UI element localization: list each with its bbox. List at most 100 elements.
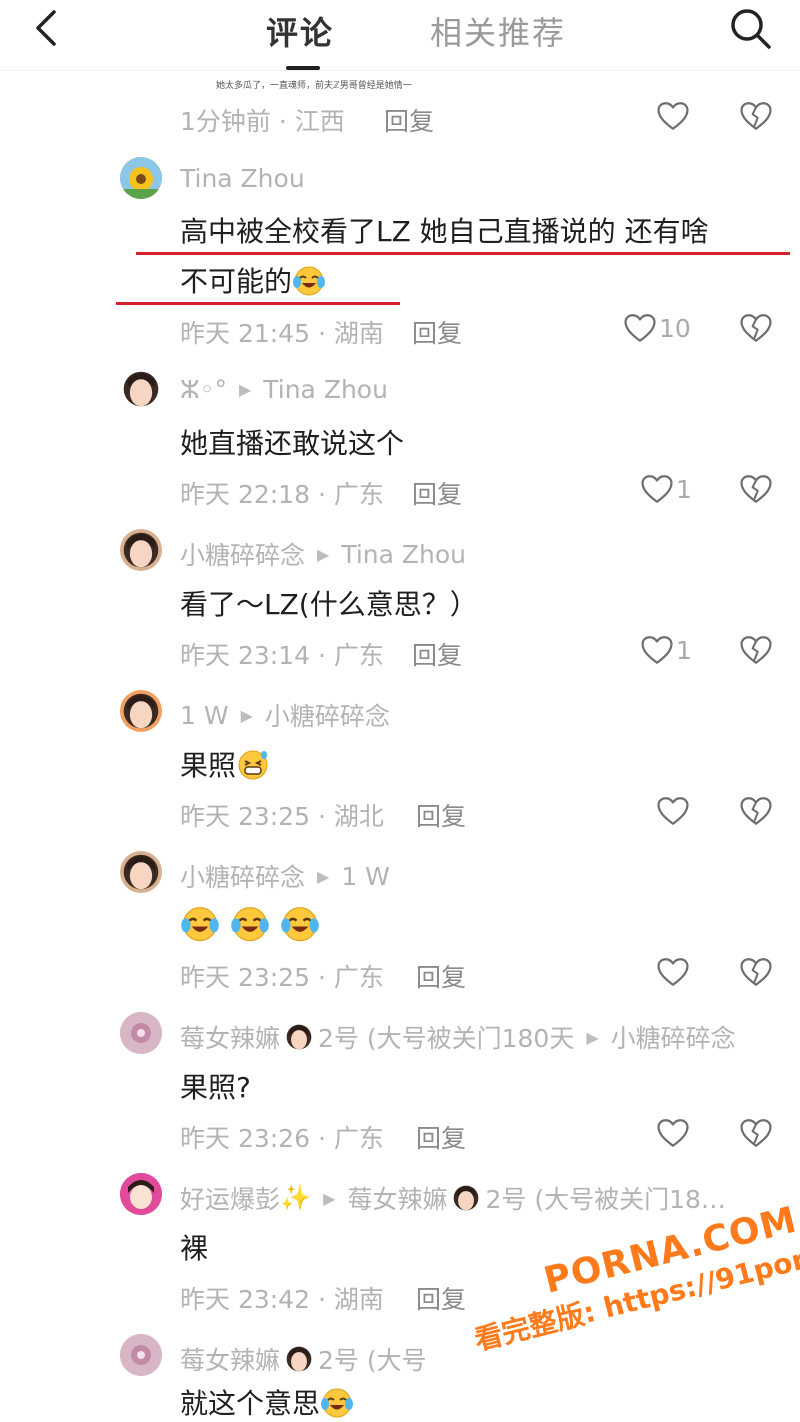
comment-text: 高中被全校看了LZ 她自己直播说的 还有啥	[180, 215, 709, 248]
comment-text: 就这个意思	[180, 1382, 354, 1422]
dislike-button[interactable]	[739, 473, 773, 509]
tab-comments[interactable]: 评论	[266, 8, 334, 54]
avatar[interactable]	[120, 529, 162, 571]
dislike-button[interactable]	[739, 1117, 773, 1153]
like-button[interactable]	[656, 1117, 690, 1149]
pink-flower-avatar-icon	[120, 1334, 162, 1376]
heart-icon	[656, 956, 690, 988]
top-bar: 评论 相关推荐 她太多瓜了，一直魂师，前夫ℤ男哥曾经是她情一	[0, 0, 800, 91]
pink-flower-avatar-icon	[120, 1012, 162, 1054]
username[interactable]: 好运爆彭 ✨ ▶ 莓女辣嫲 2号 (大号被关门18…	[180, 1180, 726, 1216]
avatar[interactable]	[120, 1173, 162, 1215]
broken-heart-icon	[739, 1117, 773, 1149]
like-count: 1	[676, 635, 692, 665]
girl-hat-avatar-icon	[120, 529, 162, 571]
username[interactable]: 1 W ▶ 小糖碎碎念	[180, 697, 390, 733]
red-underline-annotation	[116, 302, 400, 305]
like-button[interactable]	[656, 956, 690, 988]
comment-text: 果照	[180, 744, 270, 784]
cry-laugh-emoji-icon	[280, 903, 320, 943]
username[interactable]: ⵣ◦° ▶ Tina Zhou	[180, 375, 388, 404]
broken-heart-icon	[739, 956, 773, 988]
girl-avatar-icon	[120, 368, 162, 410]
cry-laugh-emoji-icon	[230, 903, 270, 943]
broken-heart-icon	[739, 795, 773, 827]
dislike-button[interactable]	[739, 956, 773, 992]
chevron-left-icon	[36, 10, 56, 46]
search-icon	[731, 9, 771, 49]
username[interactable]: 莓女辣嫲 2号 (大号	[180, 1341, 427, 1377]
comment-text: 裸	[180, 1232, 209, 1265]
heart-icon	[656, 795, 690, 827]
like-button[interactable]: 1	[640, 634, 692, 666]
broken-heart-icon	[739, 634, 773, 666]
comment-meta-time: 昨天 23:25 · 湖北	[180, 802, 384, 831]
girl-face-emoji-icon	[284, 1344, 314, 1374]
reply-arrow-icon: ▶	[323, 1188, 336, 1208]
tab-related[interactable]: 相关推荐	[430, 8, 566, 54]
dislike-button[interactable]	[739, 634, 773, 670]
username[interactable]: 小糖碎碎念 ▶ 1 W	[180, 858, 390, 894]
dislike-button[interactable]	[739, 795, 773, 831]
like-count: 1	[676, 474, 692, 504]
girl-face-emoji-icon	[284, 1022, 314, 1052]
comment-meta-time: 昨天 23:42 · 湖南	[180, 1285, 384, 1314]
back-button[interactable]	[22, 4, 70, 52]
like-button[interactable]	[656, 100, 690, 132]
cartoon-avatar-icon	[120, 1173, 162, 1215]
comment-text: 她直播还敢说这个	[180, 427, 405, 460]
like-button[interactable]: 10	[623, 312, 691, 344]
like-button[interactable]: 1	[640, 473, 692, 505]
reply-arrow-icon: ▶	[317, 866, 330, 886]
heart-icon	[656, 100, 690, 132]
active-tab-indicator	[286, 66, 320, 70]
reply-button[interactable]: 回复	[416, 797, 466, 833]
reply-button[interactable]: 回复	[412, 314, 462, 350]
comment-meta-time: 昨天 22:18 · 广东	[180, 480, 384, 509]
broken-heart-icon	[739, 473, 773, 505]
reply-arrow-icon: ▶	[586, 1027, 599, 1047]
comment-meta-time: 昨天 23:25 · 广东	[180, 963, 384, 992]
reply-arrow-icon: ▶	[238, 380, 252, 399]
heart-icon	[656, 1117, 690, 1149]
avatar[interactable]	[120, 368, 162, 410]
username[interactable]: Tina Zhou	[180, 164, 305, 193]
like-button[interactable]	[656, 795, 690, 827]
comment-meta-time: 1分钟前 · 江西	[180, 107, 345, 136]
avatar[interactable]	[120, 157, 162, 199]
username[interactable]: 小糖碎碎念 ▶ Tina Zhou	[180, 536, 466, 572]
heart-icon	[640, 634, 674, 666]
search-button[interactable]	[722, 0, 780, 58]
girl-orange-avatar-icon	[120, 690, 162, 732]
reply-button[interactable]: 回复	[416, 958, 466, 994]
heart-icon	[623, 312, 657, 344]
reply-button[interactable]: 回复	[412, 475, 462, 511]
cry-laugh-emoji-icon	[292, 263, 326, 297]
comment-emoji-row	[180, 903, 320, 943]
cry-laugh-emoji-icon	[180, 903, 220, 943]
reply-arrow-icon: ▶	[317, 544, 330, 564]
username[interactable]: 莓女辣嫲 2号 (大号被关门180天 ▶ 小糖碎碎念	[180, 1019, 736, 1055]
red-underline-annotation	[136, 252, 790, 255]
avatar[interactable]	[120, 851, 162, 893]
comment-text-line2: 不可能的	[180, 260, 326, 300]
reply-button[interactable]: 回复	[384, 102, 434, 138]
comment-meta-time: 昨天 23:26 · 广东	[180, 1124, 384, 1153]
dislike-button[interactable]	[739, 312, 773, 348]
broken-heart-icon	[739, 312, 773, 344]
reply-button[interactable]: 回复	[416, 1119, 466, 1155]
heart-icon	[640, 473, 674, 505]
sunflower-avatar-icon	[120, 157, 162, 199]
reply-button[interactable]: 回复	[416, 1280, 466, 1316]
reply-button[interactable]: 回复	[412, 636, 462, 672]
girl-hat-avatar-icon	[120, 851, 162, 893]
previous-comment-image-text: 她太多瓜了，一直魂师，前夫ℤ男哥曾经是她情一	[216, 81, 412, 91]
dislike-button[interactable]	[739, 100, 773, 136]
avatar[interactable]	[120, 690, 162, 732]
cry-laugh-emoji-icon	[320, 1385, 354, 1419]
avatar[interactable]	[120, 1334, 162, 1376]
like-count: 10	[659, 313, 691, 343]
broken-heart-icon	[739, 100, 773, 132]
avatar[interactable]	[120, 1012, 162, 1054]
comment-meta-time: 昨天 21:45 · 湖南	[180, 319, 384, 348]
